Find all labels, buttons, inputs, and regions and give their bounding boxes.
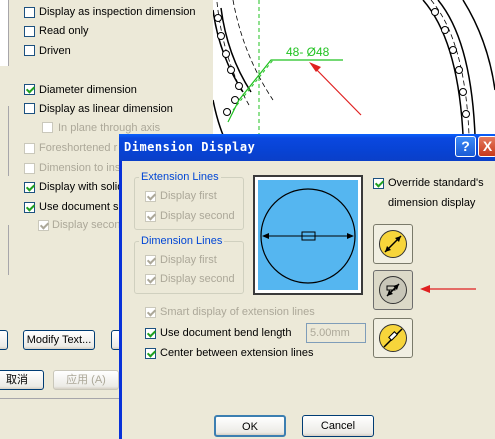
dimension-preview bbox=[253, 175, 363, 295]
left-control-stub bbox=[0, 106, 9, 176]
display-second-bg-checkbox[interactable] bbox=[38, 220, 49, 231]
dialog-title: Dimension Display bbox=[124, 140, 256, 154]
linear-dimension-checkbox[interactable] bbox=[24, 103, 35, 114]
dimension-inside-checkbox[interactable] bbox=[24, 163, 35, 174]
foreshortened-label: Foreshortened r bbox=[39, 142, 118, 154]
drawing-geometry bbox=[212, 0, 495, 136]
override-standard-label-line1: Override standard's bbox=[388, 177, 484, 189]
foreshortened-checkbox[interactable] bbox=[24, 143, 35, 154]
linear-dimension-label: Display as linear dimension bbox=[39, 103, 173, 115]
preview-graphic bbox=[258, 180, 358, 290]
left-stub-button[interactable] bbox=[0, 330, 8, 350]
dimension-inside-label: Dimension to insi bbox=[39, 162, 123, 174]
override-standard-label-line2: dimension display bbox=[388, 197, 476, 209]
background-cancel-button[interactable]: 取消 bbox=[0, 370, 44, 390]
ext-display-first-checkbox[interactable] bbox=[145, 191, 156, 202]
driven-label: Driven bbox=[39, 45, 71, 57]
display-solid-label: Display with solid bbox=[39, 181, 124, 193]
modify-text-button[interactable]: Modify Text... bbox=[23, 330, 95, 350]
read-only-label: Read only bbox=[39, 25, 89, 37]
bend-length-input[interactable]: 5.00mm bbox=[306, 323, 366, 343]
help-icon: ? bbox=[461, 138, 470, 154]
red-pointer-arrow bbox=[420, 285, 476, 293]
left-list-stub bbox=[0, 0, 9, 66]
left-control-stub-2 bbox=[0, 225, 9, 275]
diameter-radial-icon bbox=[379, 276, 407, 304]
use-bend-length-checkbox[interactable] bbox=[145, 328, 156, 339]
dim-display-second-checkbox[interactable] bbox=[145, 274, 156, 285]
drawing-canvas[interactable]: 48- Ø48 bbox=[212, 0, 495, 136]
help-button[interactable]: ? bbox=[455, 136, 476, 157]
dimension-lines-title: Dimension Lines bbox=[139, 235, 225, 247]
center-between-checkbox[interactable] bbox=[145, 348, 156, 359]
dim-display-second-label: Display second bbox=[160, 273, 235, 285]
center-between-label: Center between extension lines bbox=[160, 347, 314, 359]
ok-button[interactable]: OK bbox=[214, 415, 286, 437]
dim-display-first-checkbox[interactable] bbox=[145, 255, 156, 266]
use-document-label: Use document se bbox=[39, 201, 125, 213]
diameter-dimension-label: Diameter dimension bbox=[39, 84, 137, 96]
use-bend-length-label: Use document bend length bbox=[160, 327, 292, 339]
dialog-cancel-button[interactable]: Cancel bbox=[302, 415, 374, 437]
diameter-dimension-checkbox[interactable] bbox=[24, 84, 35, 95]
dim-display-first-label: Display first bbox=[160, 254, 217, 266]
diameter-inside-icon bbox=[379, 230, 407, 258]
extension-lines-title: Extension Lines bbox=[139, 171, 221, 183]
diameter-inside-style-button[interactable] bbox=[373, 224, 413, 264]
driven-checkbox[interactable] bbox=[24, 45, 35, 56]
extension-lines-group bbox=[134, 177, 244, 230]
display-second-bg-label: Display second bbox=[52, 219, 127, 231]
diameter-linear-style-button[interactable] bbox=[373, 318, 413, 358]
dimension-label[interactable]: 48- Ø48 bbox=[286, 45, 329, 59]
ext-display-second-checkbox[interactable] bbox=[145, 211, 156, 222]
ext-display-first-label: Display first bbox=[160, 190, 217, 202]
close-button[interactable]: X bbox=[478, 136, 495, 157]
use-document-checkbox[interactable] bbox=[24, 202, 35, 213]
read-only-checkbox[interactable] bbox=[24, 26, 35, 37]
dimension-lines-group bbox=[134, 241, 244, 294]
apply-button[interactable]: 应用 (A) bbox=[53, 370, 119, 390]
smart-display-checkbox[interactable] bbox=[145, 307, 156, 318]
inspection-dimension-checkbox[interactable] bbox=[24, 7, 35, 18]
smart-display-label: Smart display of extension lines bbox=[160, 306, 315, 318]
close-icon: X bbox=[482, 138, 493, 154]
inspection-dimension-label: Display as inspection dimension bbox=[39, 6, 196, 18]
display-solid-checkbox[interactable] bbox=[24, 182, 35, 193]
diameter-radial-style-button[interactable] bbox=[373, 270, 413, 310]
diameter-linear-icon bbox=[379, 324, 407, 352]
ext-display-second-label: Display second bbox=[160, 210, 235, 222]
override-standard-checkbox[interactable] bbox=[373, 178, 384, 189]
in-plane-axis-label: In plane through axis bbox=[58, 122, 161, 134]
in-plane-axis-checkbox[interactable] bbox=[42, 122, 53, 133]
